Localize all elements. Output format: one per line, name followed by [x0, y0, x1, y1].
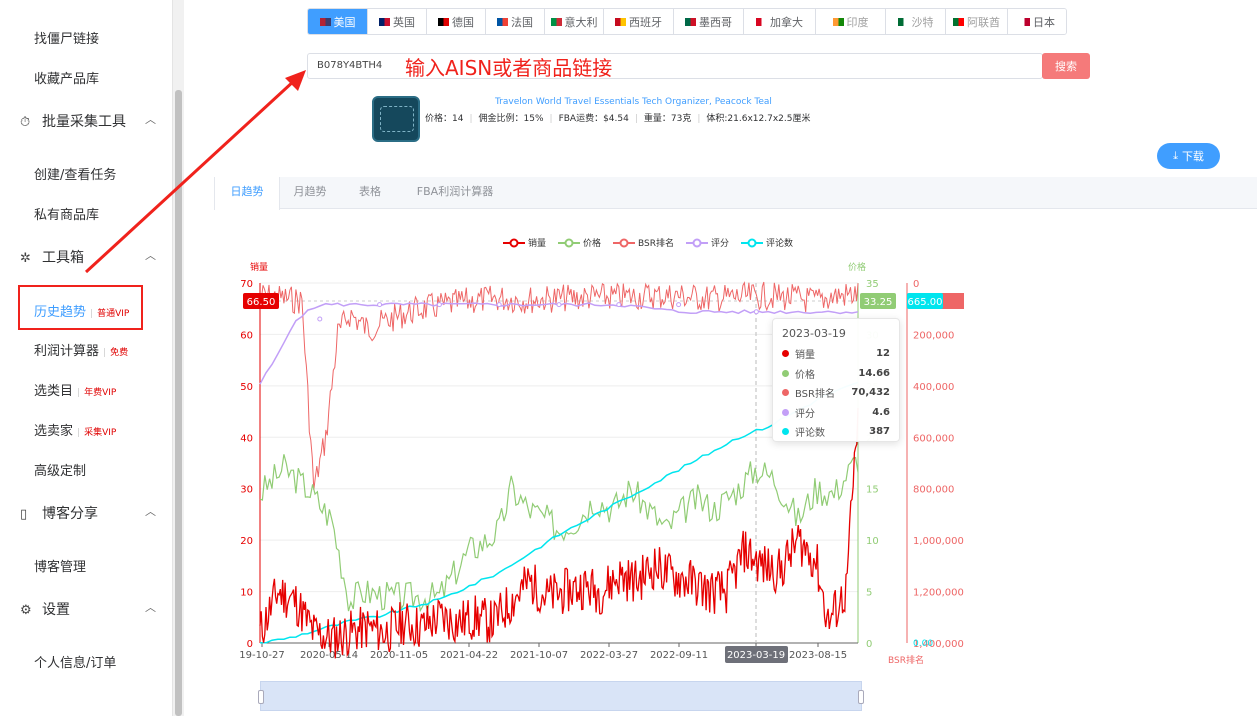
- legend-label: 评分: [711, 239, 730, 249]
- legend-label: 销量: [528, 239, 547, 249]
- sales-max-marker: 66.50: [247, 297, 276, 308]
- x-tick-label: 19-10-27: [239, 650, 284, 661]
- tooltip-value: 387: [869, 426, 890, 438]
- y-left-tick: 40: [240, 433, 253, 444]
- y-price-tick: 15: [866, 485, 879, 496]
- bsr-marker-bg: [940, 293, 964, 309]
- legend-symbol: [503, 238, 525, 247]
- series-dot: [782, 428, 789, 436]
- y-bsr-tick: 200,000: [913, 330, 954, 341]
- rating-point: [436, 302, 442, 308]
- rating-point: [753, 309, 759, 315]
- review-min-marker: 0.00: [913, 639, 933, 649]
- legend-symbol: [686, 238, 709, 247]
- tooltip-value: 12: [876, 348, 890, 360]
- y-price-tick: 5: [866, 588, 872, 599]
- series-dot: [782, 389, 789, 397]
- series-dot: [782, 408, 789, 416]
- legend-item-2[interactable]: BSR排名: [613, 236, 674, 249]
- y-price-tick: 35: [866, 279, 879, 290]
- y-bsr-tick: 0: [913, 279, 919, 290]
- rating-point: [616, 302, 622, 308]
- rating-point: [317, 316, 323, 322]
- tooltip-row-3: 评分 4.6: [782, 403, 890, 423]
- legend-item-4[interactable]: 评论数: [741, 236, 793, 249]
- y-left-tick: 20: [240, 536, 253, 547]
- tooltip-label: 销量: [795, 350, 815, 362]
- tooltip-row-0: 销量 12: [782, 344, 890, 364]
- legend-symbol: [558, 238, 581, 247]
- y-left-tick: 10: [240, 588, 253, 599]
- legend-item-3[interactable]: 评分: [686, 236, 729, 249]
- y-price-label: 价格: [848, 261, 866, 273]
- legend-item-0[interactable]: 销量: [503, 236, 546, 249]
- y-left-tick: 70: [240, 279, 253, 290]
- rating-point: [496, 302, 502, 308]
- chart-legend: 销量 价格 BSR排名 评分 评论数: [503, 236, 793, 249]
- series-rating-line: [259, 302, 859, 385]
- x-tick-label: 2023-08-15: [789, 650, 847, 661]
- x-tick-label: 2021-04-22: [440, 650, 498, 661]
- legend-symbol: [741, 238, 764, 247]
- x-tick-label: 2021-10-07: [510, 650, 568, 661]
- chart-tooltip: 2023-03-19 销量 12 价格 14.66 BSR排名 70,432 评分 4.6 评论…: [772, 318, 900, 442]
- tooltip-label: 评论数: [795, 428, 825, 440]
- y-left-tick: 0: [247, 639, 253, 650]
- review-max-marker: 665.00: [908, 297, 943, 308]
- y-price-tick: 0: [866, 639, 872, 650]
- legend-item-1[interactable]: 价格: [558, 236, 601, 249]
- legend-symbol: [613, 238, 636, 247]
- rating-point: [676, 302, 682, 308]
- x-tick-label: 2020-11-05: [370, 650, 428, 661]
- y-left-tick: 60: [240, 330, 253, 341]
- x-tick-label: 2022-03-27: [580, 650, 638, 661]
- legend-label: 价格: [583, 239, 602, 249]
- tooltip-value: 14.66: [858, 367, 890, 379]
- y-bsr-tick: 1,200,000: [913, 588, 964, 599]
- rating-point: [377, 302, 383, 308]
- tooltip-value: 70,432: [851, 387, 890, 399]
- series-dot: [782, 350, 789, 358]
- tooltip-label: BSR排名: [795, 389, 835, 401]
- tooltip-label: 评分: [795, 408, 815, 420]
- tooltip-value: 4.6: [872, 406, 890, 418]
- x-tick-label: 2020-05-14: [300, 650, 358, 661]
- y-bsr-tick: 1,000,000: [913, 536, 964, 547]
- slider-left-handle[interactable]: [258, 690, 264, 704]
- legend-label: 评论数: [766, 239, 794, 249]
- trend-chart: 010203040506070051015202530350200,000400…: [239, 261, 964, 666]
- y-bsr-tick: 400,000: [913, 382, 954, 393]
- y-left-tick: 50: [240, 382, 253, 393]
- y-left-tick: 30: [240, 485, 253, 496]
- tooltip-row-2: BSR排名 70,432: [782, 383, 890, 403]
- tooltip-row-4: 评论数 387: [782, 422, 890, 442]
- slider-right-handle[interactable]: [858, 690, 864, 704]
- y-bsr-label: BSR排名: [888, 654, 924, 666]
- series-price-line: [259, 454, 859, 613]
- series-reviews-line: [260, 381, 859, 644]
- legend-label: BSR排名: [638, 239, 675, 249]
- y-bsr-tick: 600,000: [913, 433, 954, 444]
- x-tick-label: 2022-09-11: [650, 650, 708, 661]
- y-left-label: 销量: [250, 261, 268, 273]
- y-bsr-tick: 800,000: [913, 485, 954, 496]
- tooltip-label: 价格: [795, 369, 815, 381]
- zoom-slider[interactable]: [258, 681, 864, 711]
- tooltip-row-1: 价格 14.66: [782, 364, 890, 384]
- rating-point: [556, 302, 562, 308]
- price-max-marker: 33.25: [864, 297, 893, 308]
- tooltip-date: 2023-03-19: [782, 327, 846, 340]
- x-tick-label: 2023-03-19: [727, 650, 785, 661]
- y-price-tick: 10: [866, 536, 879, 547]
- series-dot: [782, 369, 789, 377]
